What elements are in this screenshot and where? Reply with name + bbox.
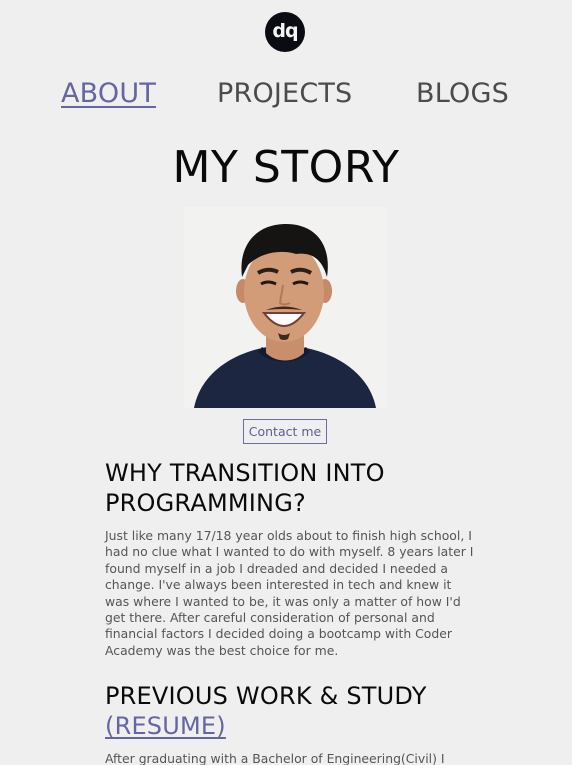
section-why-programming: WHY TRANSITION INTO PROGRAMMING? Just li… [105, 458, 475, 659]
profile-photo [184, 207, 386, 408]
logo[interactable]: dq [265, 12, 305, 52]
nav-about[interactable]: ABOUT [61, 78, 156, 109]
page-title: MY STORY [172, 142, 400, 193]
heading-text: PREVIOUS WORK & STUDY [105, 682, 427, 710]
section-body: After graduating with a Bachelor of Engi… [105, 751, 445, 765]
contact-me-button[interactable]: Contact me [243, 419, 327, 444]
nav-blogs[interactable]: BLOGS [416, 78, 509, 109]
heading-line2: PROGRAMMING? [105, 489, 306, 517]
portrait-image [184, 207, 386, 408]
section-previous-work: PREVIOUS WORK & STUDY (RESUME) After gra… [105, 681, 475, 765]
section-body: Just like many 17/18 year olds about to … [105, 528, 474, 658]
logo-text: dq [272, 19, 298, 42]
nav-projects[interactable]: PROJECTS [217, 78, 352, 109]
section-heading: PREVIOUS WORK & STUDY (RESUME) [105, 681, 475, 741]
section-heading: WHY TRANSITION INTO PROGRAMMING? [105, 458, 475, 518]
resume-link[interactable]: (RESUME) [105, 712, 226, 740]
heading-line1: WHY TRANSITION INTO [105, 459, 385, 487]
main-nav: ABOUT PROJECTS BLOGS [0, 78, 572, 114]
